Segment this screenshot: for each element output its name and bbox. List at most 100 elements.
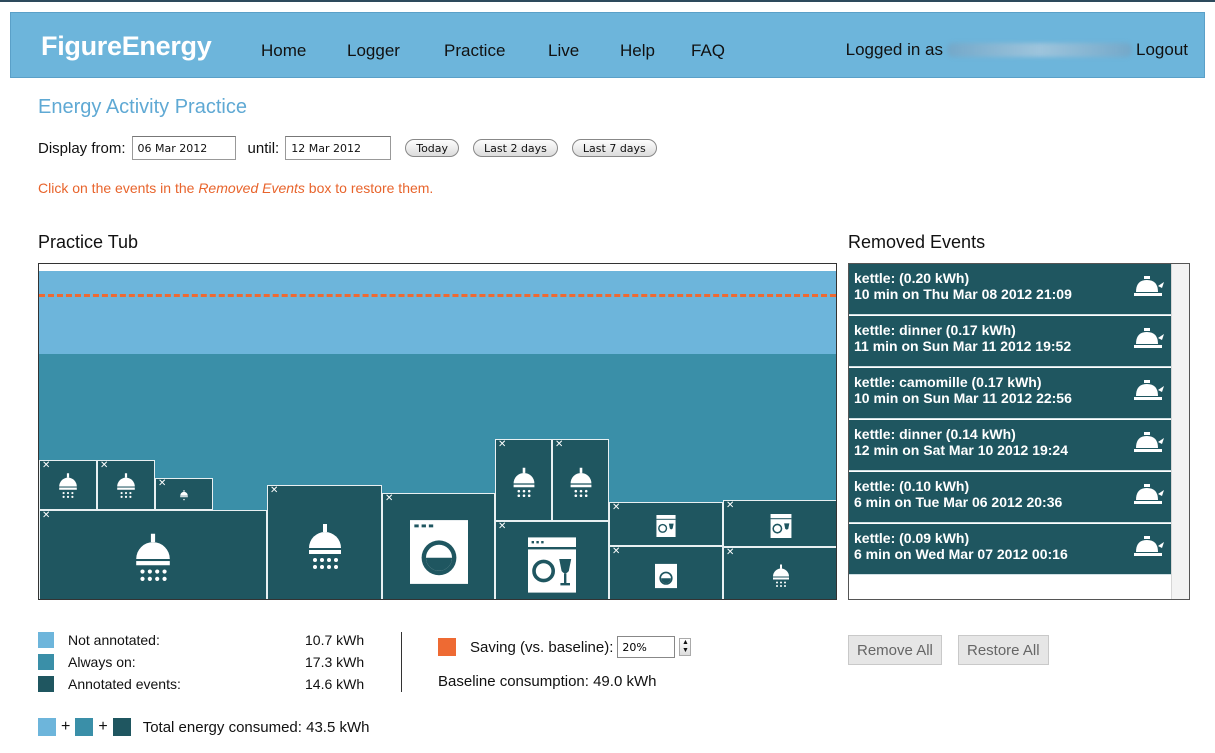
removed-event-title: kettle: (0.10 kWh)	[854, 478, 970, 494]
nav-faq[interactable]: FAQ	[691, 41, 725, 61]
removed-event-item[interactable]: kettle: (0.20 kWh) 10 min on Thu Mar 08 …	[849, 264, 1172, 315]
legend-label: Not annotated:	[68, 632, 160, 648]
saving-stepper[interactable]: ▲ ▼	[679, 638, 692, 656]
shower-icon	[136, 533, 170, 581]
removed-event-item[interactable]: kettle: camomille (0.17 kWh) 10 min on S…	[849, 368, 1172, 419]
removed-event-detail: 6 min on Wed Mar 07 2012 00:16	[854, 546, 1068, 562]
remove-x-icon[interactable]: ✕	[726, 547, 734, 558]
remove-x-icon[interactable]: ✕	[498, 439, 506, 450]
removed-event-title: kettle: (0.09 kWh)	[854, 530, 970, 546]
restore-all-button[interactable]: Restore All	[958, 635, 1049, 665]
legend-label: Annotated events:	[68, 676, 181, 692]
removed-event-item[interactable]: kettle: dinner (0.17 kWh) 11 min on Sun …	[849, 316, 1172, 367]
kettle-icon	[1134, 484, 1164, 504]
remove-x-icon[interactable]: ✕	[612, 502, 620, 513]
legend-divider	[401, 632, 402, 692]
removed-events-list: kettle: (0.20 kWh) 10 min on Thu Mar 08 …	[848, 263, 1190, 600]
event-block[interactable]: ✕	[495, 439, 552, 521]
nav-live[interactable]: Live	[548, 41, 579, 61]
remove-x-icon[interactable]: ✕	[42, 460, 50, 471]
event-block[interactable]: ✕	[723, 500, 836, 547]
login-status: Logged in as Logout	[846, 40, 1188, 60]
last-7-days-button[interactable]: Last 7 days	[571, 139, 657, 157]
brand-logo[interactable]: FigureEnergy	[41, 31, 212, 62]
remove-x-icon[interactable]: ✕	[612, 546, 620, 557]
kettle-icon	[1134, 328, 1164, 348]
remove-x-icon[interactable]: ✕	[42, 510, 50, 521]
saving-percent-input[interactable]	[617, 636, 676, 658]
event-block[interactable]: ✕	[382, 493, 495, 599]
dishwasher-icon	[656, 515, 676, 538]
remove-all-button[interactable]: Remove All	[848, 635, 942, 665]
nav-help[interactable]: Help	[620, 41, 655, 61]
shower-icon	[772, 564, 789, 587]
kettle-icon	[1134, 432, 1164, 452]
logged-in-label: Logged in as	[845, 40, 943, 59]
baseline-consumption: Baseline consumption: 49.0 kWh	[438, 673, 657, 690]
legend-not-annotated: Not annotated: 10.7 kWh	[38, 632, 388, 650]
hint-text-em: Removed Events	[198, 180, 305, 196]
top-navbar: FigureEnergy Home Logger Practice Live H…	[10, 12, 1205, 78]
nav-practice[interactable]: Practice	[444, 41, 505, 61]
remove-x-icon[interactable]: ✕	[270, 485, 278, 496]
remove-x-icon[interactable]: ✕	[158, 478, 166, 489]
logout-link[interactable]: Logout	[1136, 40, 1188, 60]
removed-event-item[interactable]: kettle: (0.09 kWh) 6 min on Wed Mar 07 2…	[849, 524, 1172, 575]
event-block[interactable]: ✕	[155, 478, 213, 510]
event-block[interactable]: ✕	[39, 460, 97, 510]
display-from-label: Display from:	[38, 139, 126, 157]
dishwasher-icon	[770, 513, 791, 538]
removed-event-detail: 10 min on Thu Mar 08 2012 21:09	[854, 286, 1072, 302]
washing-machine-icon	[655, 564, 677, 589]
removed-event-title: kettle: (0.20 kWh)	[854, 270, 970, 286]
not-annotated-band	[39, 271, 836, 354]
baseline-dashed-line	[39, 294, 836, 297]
not-annotated-swatch	[38, 718, 56, 736]
shower-icon	[570, 467, 591, 497]
event-block[interactable]: ✕	[723, 547, 836, 599]
legend-value: 17.3 kWh	[305, 654, 365, 670]
date-filter-row: Display from: until: Today Last 2 days L…	[38, 136, 657, 160]
total-energy-row: + + Total energy consumed: 43.5 kWh	[38, 718, 369, 736]
removed-event-title: kettle: camomille (0.17 kWh)	[854, 374, 1042, 390]
removed-event-item[interactable]: kettle: (0.10 kWh) 6 min on Tue Mar 06 2…	[849, 472, 1172, 523]
hint-text-end: box to restore them.	[304, 180, 434, 196]
legend-annotated: Annotated events: 14.6 kWh	[38, 676, 388, 694]
tap-icon	[180, 489, 188, 500]
remove-x-icon[interactable]: ✕	[385, 493, 393, 504]
annotated-swatch	[38, 676, 54, 692]
nav-home[interactable]: Home	[261, 41, 306, 61]
remove-x-icon[interactable]: ✕	[555, 439, 563, 450]
event-block[interactable]: ✕	[97, 460, 155, 510]
remove-x-icon[interactable]: ✕	[498, 521, 506, 532]
hint-text-start: Click on the events in the	[38, 180, 199, 196]
from-date-input[interactable]	[131, 136, 236, 160]
removed-event-detail: 11 min on Sun Mar 11 2012 19:52	[854, 338, 1072, 354]
shower-icon	[513, 467, 534, 497]
annotated-swatch	[112, 718, 131, 736]
remove-x-icon[interactable]: ✕	[100, 460, 108, 471]
user-email-redacted	[947, 43, 1132, 57]
practice-tub-title: Practice Tub	[38, 232, 139, 252]
removed-list-scrollbar[interactable]	[1171, 264, 1189, 599]
window-frame	[0, 0, 1215, 8]
event-block[interactable]: ✕	[267, 485, 382, 599]
event-block[interactable]: ✕	[495, 521, 609, 599]
nav-logger[interactable]: Logger	[347, 41, 400, 61]
restore-hint: Click on the events in the Removed Event…	[38, 180, 433, 196]
today-button[interactable]: Today	[405, 139, 460, 157]
event-block[interactable]: ✕	[609, 502, 723, 546]
removed-event-item[interactable]: kettle: dinner (0.14 kWh) 12 min on Sat …	[849, 420, 1172, 471]
saving-label: Saving (vs. baseline):	[470, 638, 614, 656]
dishwasher-icon	[528, 537, 576, 593]
shower-icon	[308, 523, 341, 569]
until-date-input[interactable]	[285, 136, 392, 160]
legend-value: 14.6 kWh	[305, 676, 365, 692]
kettle-icon	[1134, 380, 1164, 400]
event-block[interactable]: ✕	[552, 439, 609, 521]
event-block[interactable]: ✕	[609, 546, 723, 599]
remove-x-icon[interactable]: ✕	[726, 500, 734, 511]
event-block[interactable]: ✕	[39, 510, 267, 599]
washing-machine-icon	[409, 520, 468, 585]
last-2-days-button[interactable]: Last 2 days	[473, 139, 558, 157]
